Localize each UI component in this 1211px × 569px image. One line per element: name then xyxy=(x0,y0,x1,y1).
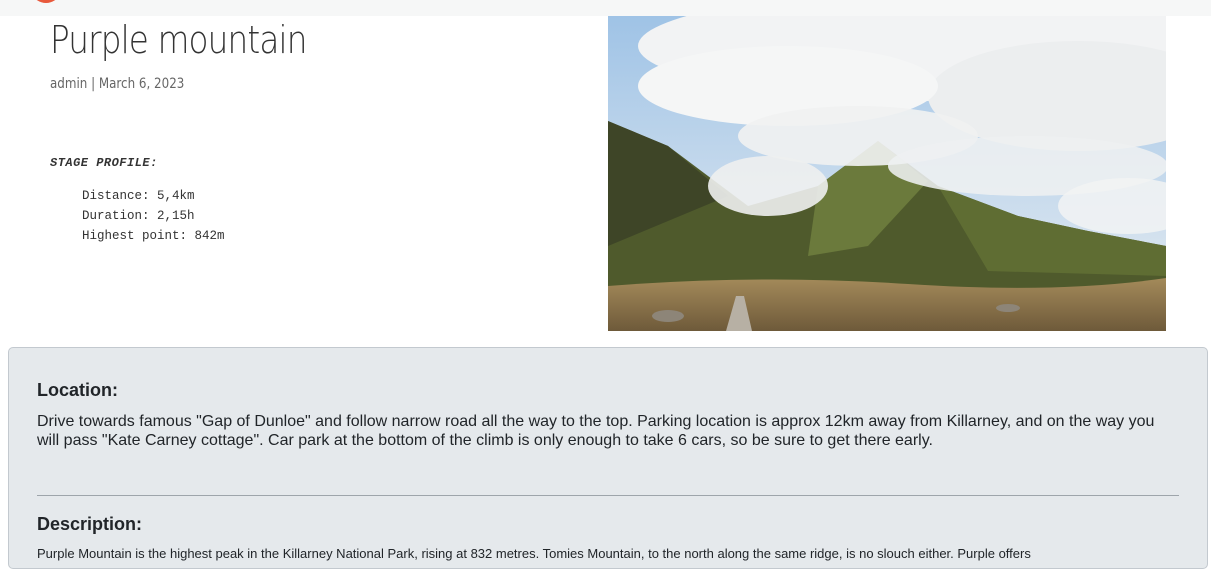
stage-profile-list: Distance: 5,4km Duration: 2,15h Highest … xyxy=(82,188,225,248)
mountain-photo xyxy=(608,16,1166,331)
section-divider xyxy=(37,495,1179,496)
stage-duration: Duration: 2,15h xyxy=(82,209,195,223)
site-logo[interactable] xyxy=(32,0,60,6)
post-meta: admin | March 6, 2023 xyxy=(50,76,185,92)
post-title: Purple mountain xyxy=(50,18,307,62)
stage-distance: Distance: 5,4km xyxy=(82,189,195,203)
stage-profile-heading: STAGE PROFILE: xyxy=(50,156,158,170)
description-text: Purple Mountain is the highest peak in t… xyxy=(37,546,1031,561)
description-heading: Description: xyxy=(37,514,143,534)
location-text: Drive towards famous "Gap of Dunloe" and… xyxy=(37,413,1155,449)
top-navigation-bar xyxy=(0,0,1211,16)
route-details-card: Location: Drive towards famous "Gap of D… xyxy=(8,347,1208,569)
location-heading: Location: xyxy=(37,380,118,400)
stage-highest-point: Highest point: 842m xyxy=(82,229,225,243)
